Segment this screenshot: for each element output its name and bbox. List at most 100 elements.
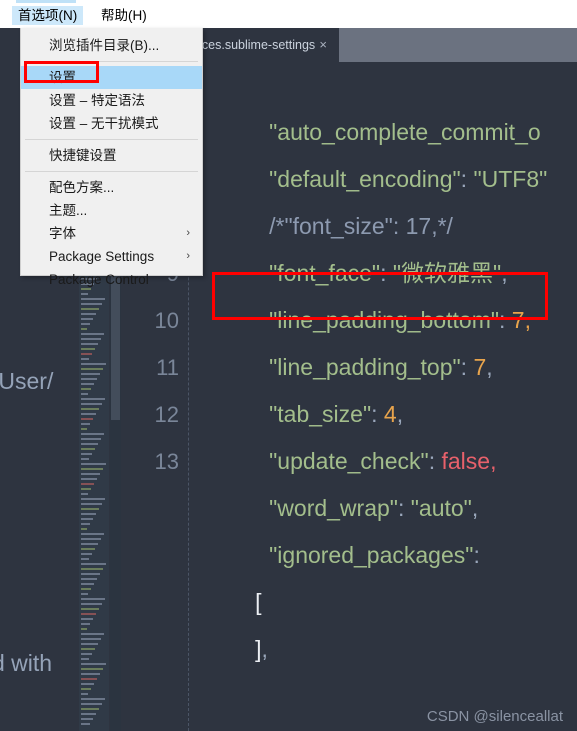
minimap-line <box>81 363 106 365</box>
minimap-line <box>81 318 93 320</box>
minimap-line <box>81 568 103 570</box>
code-area[interactable]: "auto_complete_commit_o "default_encodin… <box>192 62 577 731</box>
minimap-line <box>81 523 90 525</box>
menu-item-key-bindings[interactable]: 快捷键设置 <box>21 144 202 167</box>
menu-item-label: 设置 <box>49 70 76 85</box>
minimap-line <box>81 443 98 445</box>
code-token-comma: , <box>501 260 508 286</box>
minimap-line <box>81 683 94 685</box>
menu-item-label: 主题... <box>49 203 88 218</box>
minimap-line <box>81 308 99 310</box>
minimap-line <box>81 548 95 550</box>
code-line: "auto_complete_commit_o <box>192 62 577 145</box>
minimap-line <box>81 603 102 605</box>
minimap-line <box>81 413 96 415</box>
menubar-item-help[interactable]: 帮助(H) <box>95 6 153 25</box>
preferences-dropdown-menu: 浏览插件目录(B)... 设置 设置 – 特定语法 设置 – 无干扰模式 快捷键… <box>20 28 203 287</box>
menu-item-label: 快捷键设置 <box>49 148 117 163</box>
close-icon[interactable]: × <box>319 28 327 62</box>
minimap-line <box>81 473 100 475</box>
minimap-line <box>81 638 101 640</box>
minimap-line <box>81 463 106 465</box>
menu-item-settings-distraction-free[interactable]: 设置 – 无干扰模式 <box>21 112 202 135</box>
menu-item-label: 浏览插件目录(B)... <box>49 38 160 53</box>
menubar-accent-strip <box>16 0 76 3</box>
minimap-line <box>81 358 89 360</box>
code-token-value: 4 <box>383 401 397 427</box>
chevron-right-icon: › <box>186 250 190 262</box>
menu-item-label: Package Settings <box>49 249 155 264</box>
minimap-line <box>81 438 101 440</box>
minimap-line <box>81 478 97 480</box>
menu-separator <box>25 171 198 172</box>
watermark: CSDN @silenceallat <box>426 708 563 725</box>
menu-item-font[interactable]: 字体 › <box>21 222 202 245</box>
menu-item-theme[interactable]: 主题... <box>21 199 202 222</box>
line-number: 11 <box>156 355 179 380</box>
minimap-line <box>81 388 91 390</box>
minimap-line <box>81 483 94 485</box>
minimap-line <box>81 668 103 670</box>
minimap-line <box>81 453 92 455</box>
line-number: 10 <box>154 308 179 333</box>
minimap-line <box>81 323 90 325</box>
minimap-line <box>81 513 96 515</box>
minimap-line <box>81 598 105 600</box>
menu-item-package-settings[interactable]: Package Settings › <box>21 245 202 268</box>
tab-label: ences.sublime-settings <box>188 38 316 52</box>
minimap-line <box>81 648 95 650</box>
minimap-line <box>81 723 90 725</box>
code-token-colon: : <box>460 354 474 380</box>
minimap-line <box>81 333 104 335</box>
minimap-line <box>81 628 87 630</box>
minimap-line <box>81 698 105 700</box>
minimap-line <box>81 403 102 405</box>
minimap-line <box>81 418 93 420</box>
code-token-comma: , <box>396 401 404 427</box>
code-token-colon: : <box>499 307 512 333</box>
minimap-line <box>81 673 100 675</box>
code-token-comma: , <box>486 354 493 380</box>
menu-item-settings-syntax-specific[interactable]: 设置 – 特定语法 <box>21 89 202 112</box>
minimap-line <box>81 618 93 620</box>
menubar-item-preferences[interactable]: 首选项(N) <box>12 6 84 25</box>
minimap-line <box>81 398 105 400</box>
code-token-colon: : <box>460 166 474 192</box>
code-token-key: "word_wrap" <box>269 495 398 521</box>
minimap-line <box>81 293 88 295</box>
chevron-right-icon: › <box>186 227 190 239</box>
code-token-colon: : <box>380 260 393 286</box>
code-token-colon: : <box>428 448 442 474</box>
code-token-colon: : <box>473 542 480 568</box>
minimap-line <box>81 583 94 585</box>
code-token-bracket-open: [ <box>255 589 262 615</box>
menu-item-label: 设置 – 特定语法 <box>49 93 146 108</box>
minimap-line <box>81 298 105 300</box>
minimap-line <box>81 493 88 495</box>
minimap-line <box>81 633 104 635</box>
line-number: 12 <box>154 402 179 427</box>
menu-item-package-control[interactable]: Package Control <box>21 268 202 291</box>
code-token-comment: /*"font_size": 17,*/ <box>269 213 453 239</box>
minimap-line <box>81 313 96 315</box>
tab-sublime-settings[interactable]: ences.sublime-settings × <box>184 28 339 62</box>
minimap-line <box>81 588 91 590</box>
code-token-value: false <box>441 448 491 474</box>
minimap-line <box>81 573 100 575</box>
minimap-line <box>81 688 91 690</box>
minimap-line <box>81 378 97 380</box>
code-token-key: "line_padding_bottom" <box>269 307 500 333</box>
menu-item-settings[interactable]: 设置 <box>21 66 202 89</box>
code-token-comma: , <box>524 307 531 333</box>
code-token-colon: : <box>397 495 411 521</box>
minimap-line <box>81 408 99 410</box>
minimap-line <box>81 663 106 665</box>
menu-item-label: Package Control <box>49 272 149 287</box>
minimap-line <box>81 373 100 375</box>
minimap-line <box>81 433 104 435</box>
minimap-line <box>81 393 88 395</box>
minimap-line <box>81 428 87 430</box>
menu-item-browse-packages[interactable]: 浏览插件目录(B)... <box>21 34 202 57</box>
menu-item-color-scheme[interactable]: 配色方案... <box>21 176 202 199</box>
minimap-line <box>81 423 90 425</box>
